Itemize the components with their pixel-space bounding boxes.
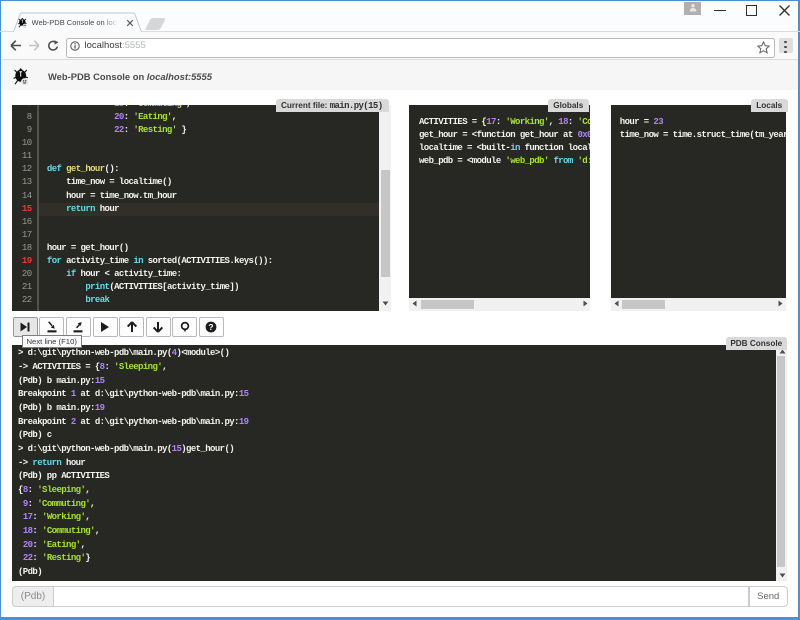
svg-text:?: ?	[209, 322, 214, 332]
